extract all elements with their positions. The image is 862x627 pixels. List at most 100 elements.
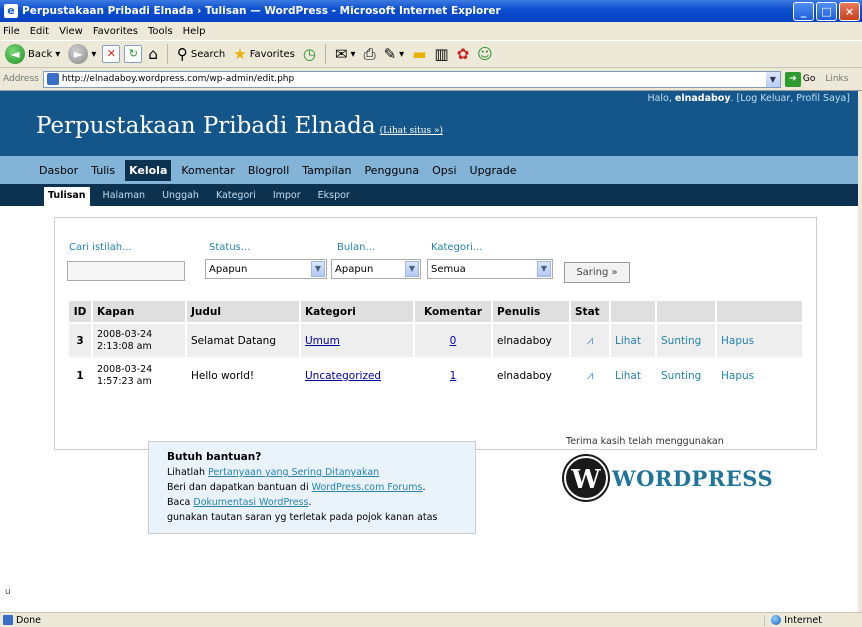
chevron-down-icon: ▾ xyxy=(91,48,97,60)
subnav-halaman[interactable]: Halaman xyxy=(99,187,150,206)
month-select[interactable]: Apapun ▼ xyxy=(331,259,421,279)
window-title-bar: e Perpustakaan Pribadi Elnada › Tulisan … xyxy=(0,0,862,22)
post-category-link[interactable]: Uncategorized xyxy=(305,370,381,382)
menu-view[interactable]: View xyxy=(59,26,83,37)
wordpress-logo[interactable]: W WORDPRESS xyxy=(564,456,773,500)
print-button[interactable]: ⎙ xyxy=(362,43,378,65)
view-link[interactable]: Lihat xyxy=(615,335,641,347)
post-comments-link[interactable]: 1 xyxy=(450,370,457,382)
subnav-unggah[interactable]: Unggah xyxy=(158,187,203,206)
home-button[interactable]: ⌂ xyxy=(146,43,160,65)
user-links[interactable]: . [Log Keluar, Profil Saya] xyxy=(731,93,850,104)
menu-file[interactable]: File xyxy=(3,26,20,37)
col-id: ID xyxy=(69,301,91,322)
chevron-down-icon: ▼ xyxy=(537,261,551,277)
mail-button[interactable]: ✉ ▾ xyxy=(333,43,358,65)
search-button[interactable]: ⚲ Search xyxy=(175,43,227,65)
right-edge xyxy=(858,91,862,612)
forward-arrow-icon: ► xyxy=(68,44,89,64)
status-select[interactable]: Apapun ▼ xyxy=(205,259,327,279)
menu-tools[interactable]: Tools xyxy=(148,26,173,37)
menu-help[interactable]: Help xyxy=(183,26,206,37)
view-link[interactable]: Lihat xyxy=(615,370,641,382)
stop-icon[interactable]: ✕ xyxy=(102,45,121,63)
forward-button[interactable]: ► ▾ xyxy=(66,43,98,65)
help-line-faq: Lihatlah Pertanyaan yang Sering Ditanyak… xyxy=(167,465,457,480)
nav-blogroll[interactable]: Blogroll xyxy=(245,162,292,179)
post-category-cell: Umum xyxy=(301,324,413,357)
users-button[interactable]: ☺ xyxy=(475,43,495,65)
edit-link[interactable]: Sunting xyxy=(661,335,701,347)
minimize-button[interactable]: _ xyxy=(793,1,814,21)
search-input[interactable] xyxy=(67,261,185,281)
docs-link[interactable]: Dokumentasi WordPress xyxy=(193,497,308,508)
status-value: Apapun xyxy=(209,263,248,275)
help-text: . xyxy=(422,482,426,493)
subnav-tulisan[interactable]: Tulisan xyxy=(44,187,90,206)
col-edit xyxy=(657,301,715,322)
menu-favorites[interactable]: Favorites xyxy=(93,26,138,37)
category-select[interactable]: Semua ▼ xyxy=(427,259,553,279)
help-text: Lihatlah xyxy=(167,467,209,478)
col-judul: Judul xyxy=(187,301,299,322)
back-button[interactable]: ◄ Back ▾ xyxy=(3,43,62,65)
chevron-down-icon: ▾ xyxy=(399,48,405,60)
subnav-kategori[interactable]: Kategori xyxy=(212,187,260,206)
forums-link[interactable]: WordPress.com Forums xyxy=(312,482,423,493)
menu-edit[interactable]: Edit xyxy=(30,26,49,37)
favorites-label: Favorites xyxy=(249,48,295,60)
nav-pengguna[interactable]: Pengguna xyxy=(361,162,422,179)
research-icon: ▥ xyxy=(434,45,449,63)
nav-tulis[interactable]: Tulis xyxy=(88,162,118,179)
favorites-button[interactable]: ★ Favorites xyxy=(231,43,297,65)
close-button[interactable]: × xyxy=(839,1,860,21)
links-button[interactable]: Links xyxy=(825,74,848,84)
filter-button[interactable]: Saring » xyxy=(564,262,630,283)
messenger-button[interactable]: ✿ xyxy=(455,43,472,65)
post-id: 1 xyxy=(76,369,84,382)
folder-button[interactable]: ▬ xyxy=(410,43,428,65)
post-date: 2008-03-24 2:13:08 am xyxy=(93,324,185,357)
post-edit-cell: Sunting xyxy=(657,359,715,392)
post-comments-cell: 1 xyxy=(415,359,491,392)
edit-icon: ✎ xyxy=(383,45,397,63)
wordpress-wordmark: WORDPRESS xyxy=(612,465,774,491)
edit-link[interactable]: Sunting xyxy=(661,370,701,382)
browser-toolbar: ◄ Back ▾ ► ▾ ✕ ↻ ⌂ ⚲ Search ★ Favorites … xyxy=(0,40,862,68)
post-category-cell: Uncategorized xyxy=(301,359,413,392)
post-category-link[interactable]: Umum xyxy=(305,335,340,347)
messenger-icon: ✿ xyxy=(456,45,470,63)
go-button[interactable]: ➔ Go xyxy=(784,71,816,87)
nav-opsi[interactable]: Opsi xyxy=(429,162,459,179)
chevron-down-icon[interactable]: ▼ xyxy=(765,71,780,87)
col-penulis: Penulis xyxy=(493,301,569,322)
nav-kelola[interactable]: Kelola xyxy=(125,159,172,181)
nav-komentar[interactable]: Komentar xyxy=(178,162,237,179)
faq-link[interactable]: Pertanyaan yang Sering Ditanyakan xyxy=(208,467,379,478)
subnav-ekspor[interactable]: Ekspor xyxy=(314,187,354,206)
delete-link[interactable]: Hapus xyxy=(721,370,754,382)
nav-dasbor[interactable]: Dasbor xyxy=(36,162,81,179)
posts-panel: Cari istilah... Status... Apapun ▼ Bulan… xyxy=(54,217,817,450)
stats-chart-icon[interactable]: ⩘ xyxy=(587,368,594,382)
post-comments-link[interactable]: 0 xyxy=(450,335,457,347)
help-text: . xyxy=(308,497,312,508)
status-bar: Done Internet xyxy=(0,612,862,627)
history-button[interactable]: ◷ xyxy=(301,43,318,65)
greeting: Halo, xyxy=(647,93,675,104)
refresh-icon[interactable]: ↻ xyxy=(124,45,143,63)
edit-button[interactable]: ✎ ▾ xyxy=(382,43,407,65)
home-icon: ⌂ xyxy=(148,45,158,63)
delete-link[interactable]: Hapus xyxy=(721,335,754,347)
research-button[interactable]: ▥ xyxy=(432,43,450,65)
view-site-link[interactable]: (Lihat situs ») xyxy=(380,126,443,136)
stats-chart-icon[interactable]: ⩘ xyxy=(587,333,594,347)
table-header-row: ID Kapan Judul Kategori Komentar Penulis… xyxy=(69,301,802,322)
nav-upgrade[interactable]: Upgrade xyxy=(467,162,520,179)
address-input[interactable]: http://elnadaboy.wordpress.com/wp-admin/… xyxy=(42,70,781,88)
maximize-button[interactable]: □ xyxy=(816,1,837,21)
subnav-impor[interactable]: Impor xyxy=(269,187,305,206)
nav-tampilan[interactable]: Tampilan xyxy=(299,162,354,179)
go-label: Go xyxy=(802,74,816,84)
history-icon: ◷ xyxy=(302,45,316,63)
